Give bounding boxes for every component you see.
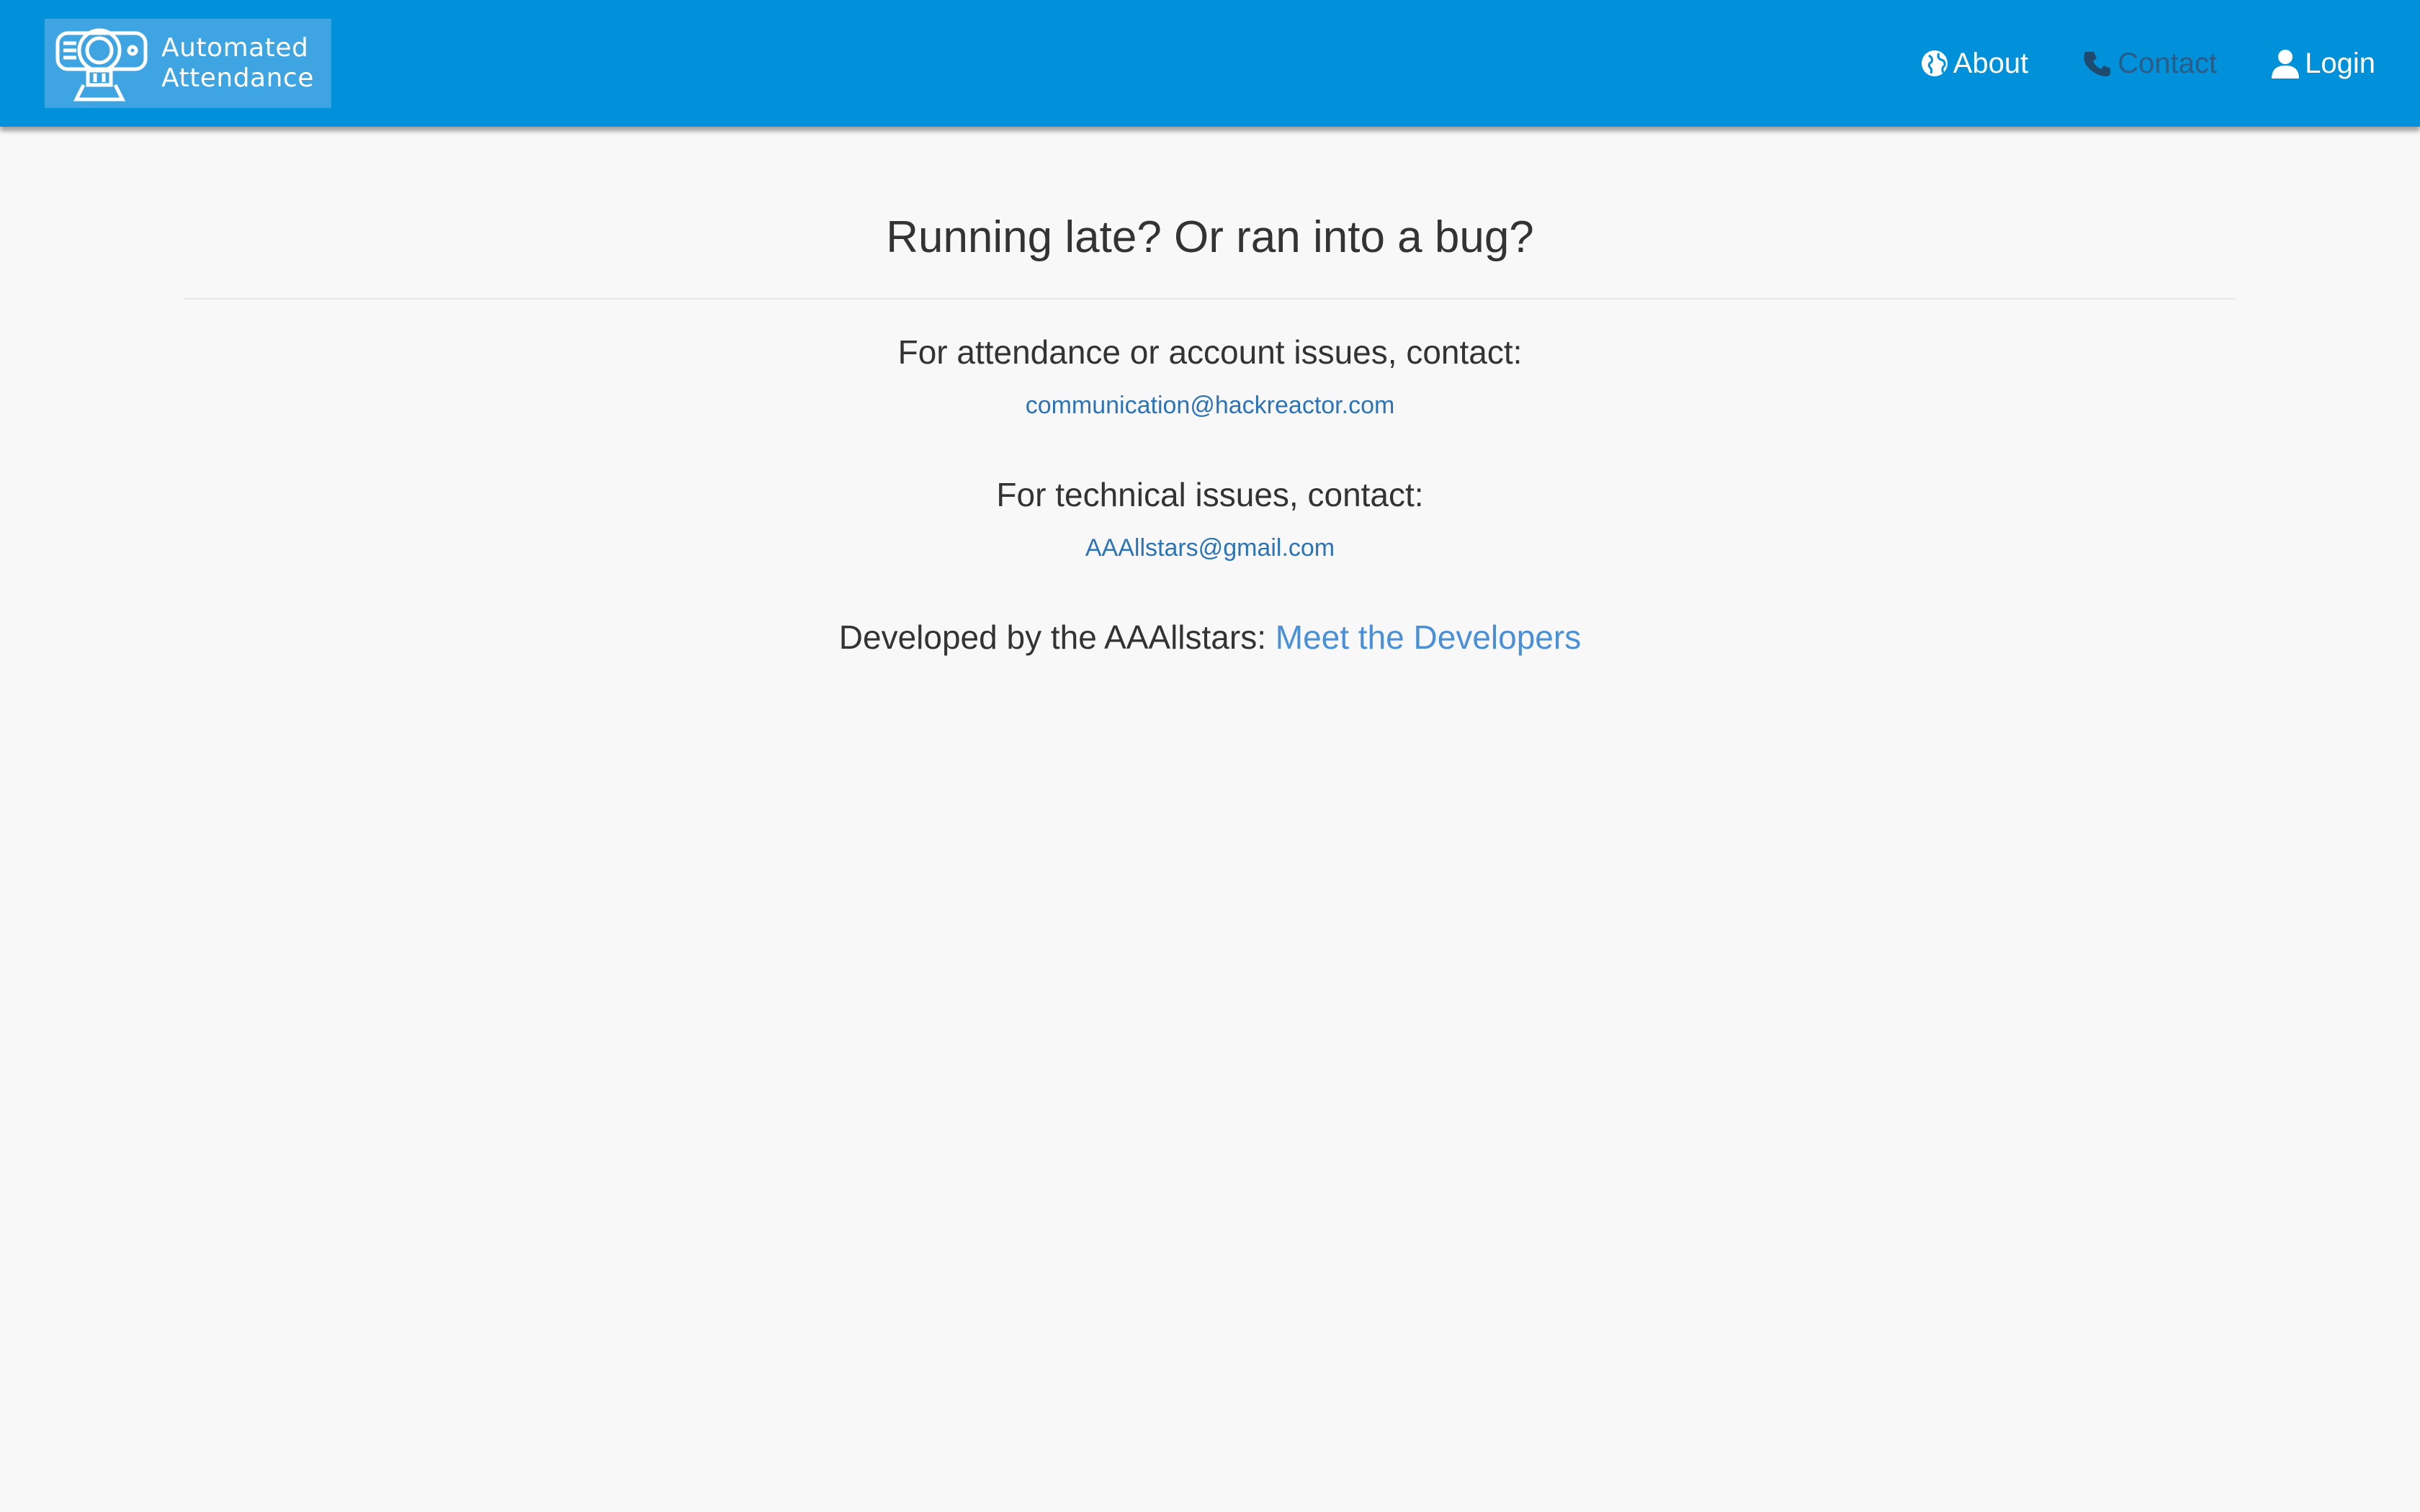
developed-by-text: Developed by the AAAllstars: xyxy=(838,618,1276,656)
phone-icon xyxy=(2084,52,2111,76)
attendance-heading: For attendance or account issues, contac… xyxy=(897,333,1523,371)
technical-email-link[interactable]: AAAllstars@gmail.com xyxy=(0,534,2420,562)
camera-icon xyxy=(55,28,148,102)
nav-about-label: About xyxy=(1953,47,2029,79)
globe-icon xyxy=(1921,50,1948,76)
nav-contact[interactable]: Contact xyxy=(2081,48,2217,80)
logo[interactable]: Automated Attendance xyxy=(45,19,331,108)
technical-email[interactable]: AAAllstars@gmail.com xyxy=(1085,534,1335,562)
nav-about[interactable]: About xyxy=(1920,47,2029,80)
logo-line-2: Attendance xyxy=(161,63,314,93)
technical-heading: For technical issues, contact: xyxy=(996,476,1424,513)
nav-menu: About Contact Login xyxy=(1920,0,2375,127)
nav-login[interactable]: Login xyxy=(2270,48,2375,80)
nav-contact-label: Contact xyxy=(2118,47,2218,79)
user-icon xyxy=(2272,50,2300,78)
divider xyxy=(184,298,2236,300)
attendance-email-link[interactable]: communication@hackreactor.com xyxy=(0,392,2420,420)
top-navbar: Automated Attendance About Contact Login xyxy=(0,0,2420,127)
developed-by-line: Developed by the AAAllstars: Meet the De… xyxy=(0,618,2420,657)
logo-text: Automated Attendance xyxy=(161,33,314,94)
nav-login-label: Login xyxy=(2305,47,2375,79)
meet-developers-link[interactable]: Meet the Developers xyxy=(1276,618,1581,656)
attendance-email[interactable]: communication@hackreactor.com xyxy=(1026,392,1395,419)
page-title: Running late? Or ran into a bug? xyxy=(886,212,1534,262)
logo-line-1: Automated xyxy=(161,33,309,63)
